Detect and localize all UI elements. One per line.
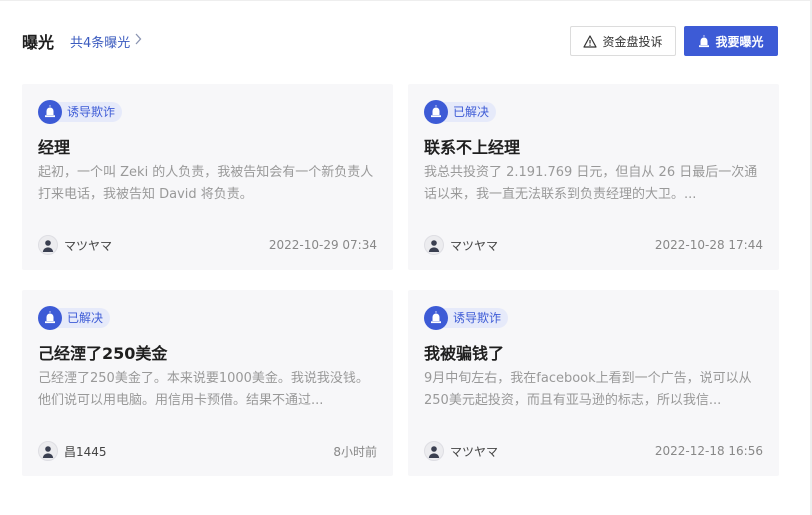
author-name: マツヤマ: [450, 444, 499, 459]
user-avatar-icon: [38, 441, 58, 461]
card-description: 己经湮了250美金了。本来说要1000美金。我说我没钱。他们说可以用电脑。用信用…: [38, 371, 369, 408]
author-name: マツヤマ: [64, 238, 113, 253]
post-time: 2022-10-28 17:44: [654, 238, 763, 252]
ponzi-complaint-button[interactable]: 资金盘投诉: [570, 26, 676, 56]
status-tag: 已解决: [424, 99, 497, 124]
card-title: 经理: [38, 138, 71, 157]
exposure-card[interactable]: 已解决 己经湮了250美金 己经湮了250美金了。本来说要1000美金。我说我没…: [22, 290, 393, 476]
card-description: 起初，一个叫 Zeki 的人负责，我被告知会有一个新负责人打来电话，我被告知 D…: [38, 165, 374, 202]
expose-button[interactable]: 我要曝光: [684, 26, 778, 56]
card-footer: 昌1445 8小时前: [38, 440, 377, 462]
alarm-siren-icon: [38, 99, 62, 124]
status-tag-label: 已解决: [440, 101, 497, 122]
top-border: [0, 0, 812, 1]
user-avatar-icon: [424, 441, 444, 461]
exposure-card[interactable]: 诱导欺诈 我被骗钱了 9月中旬左右，我在facebook上看到一个广告，说可以从…: [408, 290, 779, 476]
user-avatar-icon: [38, 235, 58, 255]
card-description: 我总共投资了 2.191.769 日元，但自从 26 日最后一次通话以来，我一直…: [424, 165, 758, 202]
alarm-siren-icon: [424, 305, 448, 330]
post-time: 2022-10-29 07:34: [268, 238, 377, 252]
card-footer: マツヤマ 2022-10-29 07:34: [38, 234, 377, 256]
card-title: 联系不上经理: [424, 138, 521, 157]
status-tag-label: 诱导欺诈: [440, 307, 509, 328]
chevron-right-icon: [134, 33, 142, 49]
status-tag-label: 诱导欺诈: [54, 101, 123, 122]
card-footer: マツヤマ 2022-10-28 17:44: [424, 234, 763, 256]
status-tag-label: 已解决: [54, 307, 111, 328]
post-time: 8小时前: [333, 444, 377, 459]
user-avatar-icon: [424, 235, 444, 255]
exposure-card[interactable]: 已解决 联系不上经理 我总共投资了 2.191.769 日元，但自从 26 日最…: [408, 84, 779, 270]
post-time: 2022-12-18 16:56: [654, 444, 763, 458]
warning-triangle-icon: [583, 34, 598, 48]
section-title: 曝光: [22, 33, 55, 52]
count-link-label: 共4条曝光: [70, 35, 131, 51]
alarm-siren-icon: [38, 305, 62, 330]
card-footer: マツヤマ 2022-12-18 16:56: [424, 440, 763, 462]
author-name: マツヤマ: [450, 238, 499, 253]
alarm-siren-icon: [699, 34, 710, 47]
complaint-button-label: 资金盘投诉: [602, 34, 663, 49]
author-name: 昌1445: [64, 444, 107, 459]
status-tag: 诱导欺诈: [38, 99, 123, 124]
exposure-count-link[interactable]: 共4条曝光: [70, 32, 142, 51]
status-tag: 诱导欺诈: [424, 305, 509, 330]
card-title: 我被骗钱了: [424, 344, 505, 363]
alarm-siren-icon: [424, 99, 448, 124]
exposure-header: 曝光 共4条曝光 资金盘投诉 我要曝光: [22, 26, 778, 56]
status-tag: 已解决: [38, 305, 111, 330]
card-title: 己经湮了250美金: [38, 344, 168, 363]
expose-button-label: 我要曝光: [715, 34, 764, 49]
exposure-card[interactable]: 诱导欺诈 经理 起初，一个叫 Zeki 的人负责，我被告知会有一个新负责人打来电…: [22, 84, 393, 270]
card-description: 9月中旬左右，我在facebook上看到一个广告，说可以从250美元起投资，而且…: [424, 371, 752, 408]
